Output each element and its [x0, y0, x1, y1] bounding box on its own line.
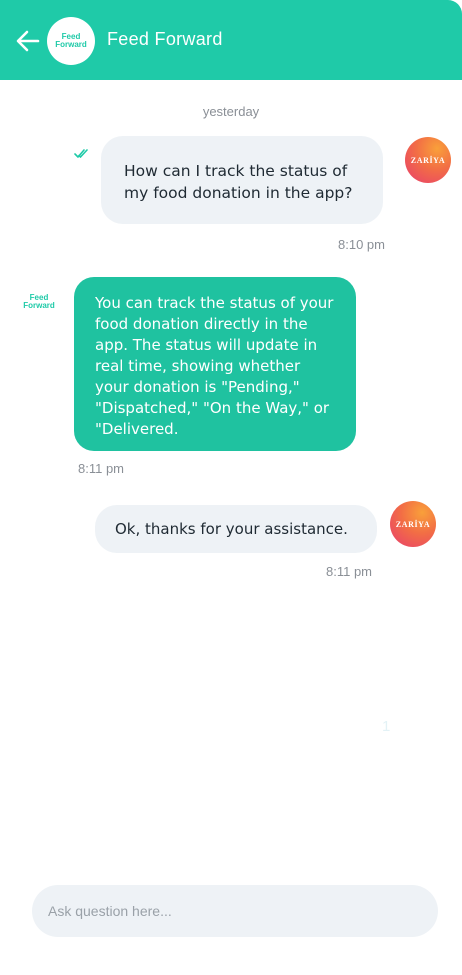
arrow-left-icon: [16, 30, 40, 52]
message-bubble-user: Ok, thanks for your assistance.: [95, 505, 377, 553]
message-input[interactable]: [32, 885, 438, 937]
bot-logo-line-2: Forward: [23, 301, 55, 310]
avatar: ZARİYA: [390, 501, 436, 547]
app-logo: Feed Forward: [47, 17, 95, 65]
message-timestamp: 8:11 pm: [78, 461, 125, 476]
app-header: Feed Forward Feed Forward: [0, 0, 462, 80]
message-bubble-user: How can I track the status of my food do…: [101, 136, 383, 224]
logo-line-2: Forward: [55, 40, 87, 49]
message-timestamp: 8:11 pm: [326, 564, 373, 579]
date-separator: yesterday: [202, 104, 260, 119]
page-title: Feed Forward: [107, 29, 223, 49]
avatar-label: ZARİYA: [395, 519, 431, 529]
faint-counter: 1: [382, 718, 391, 735]
message-timestamp: 8:10 pm: [338, 237, 385, 252]
avatar-label: ZARİYA: [410, 155, 446, 165]
message-composer: [32, 885, 438, 937]
bot-logo: Feed Forward: [18, 294, 60, 310]
avatar: ZARİYA: [405, 137, 451, 183]
double-check-icon: [74, 149, 88, 158]
back-button[interactable]: [14, 27, 42, 55]
message-bubble-bot: You can track the status of your food do…: [74, 277, 356, 451]
